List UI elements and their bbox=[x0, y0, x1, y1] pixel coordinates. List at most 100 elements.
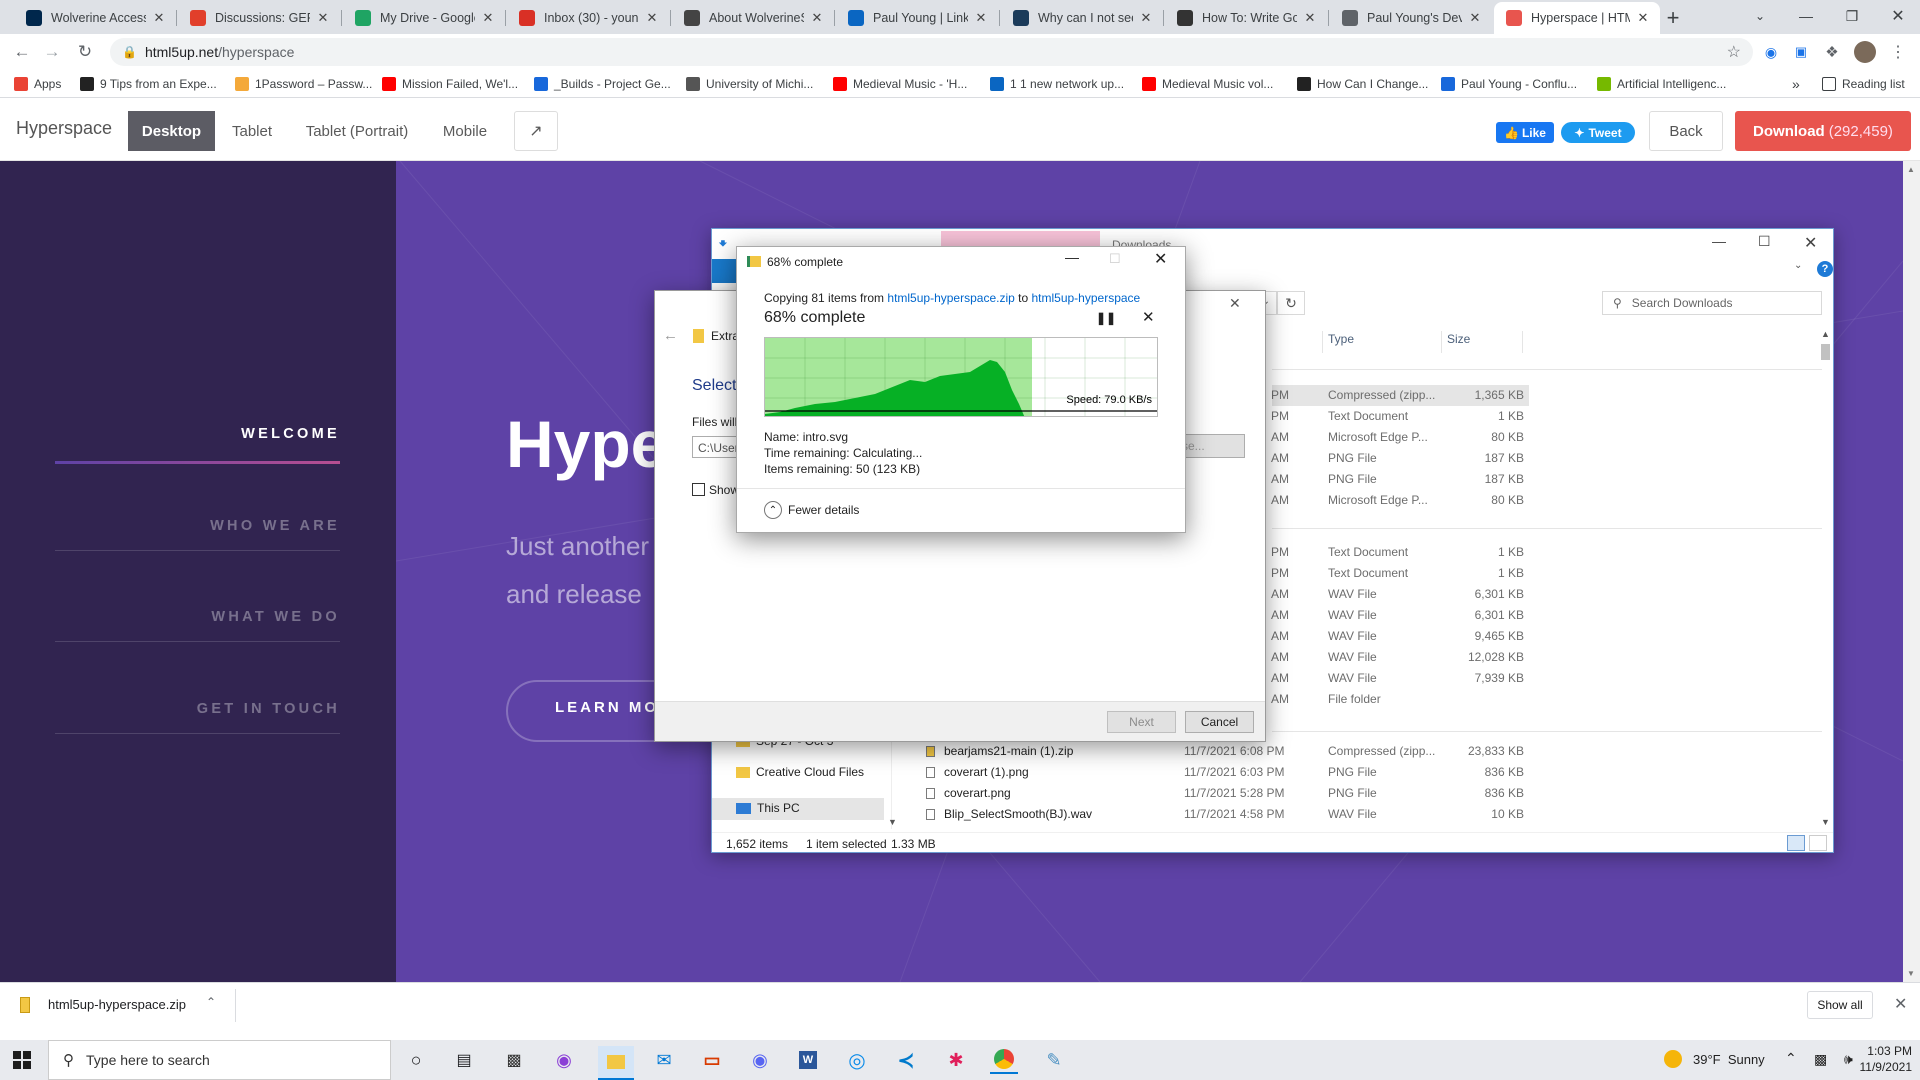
browser-tab[interactable]: Wolverine Access ✕ bbox=[14, 2, 176, 34]
close-tab-icon[interactable]: ✕ bbox=[974, 10, 988, 26]
github-desktop-icon[interactable]: ◉ bbox=[550, 1046, 578, 1074]
sun-weather-icon[interactable] bbox=[1664, 1050, 1682, 1068]
extensions-puzzle-icon[interactable]: ❖ bbox=[1818, 38, 1846, 66]
slack-icon[interactable]: ✱ bbox=[942, 1046, 970, 1074]
network-icon[interactable]: ▩ bbox=[1814, 1051, 1827, 1068]
page-scrollbar[interactable]: ▲ ▼ bbox=[1903, 161, 1920, 982]
bookmark-item[interactable]: Mission Failed, We'l... bbox=[382, 75, 518, 93]
bookmark-item[interactable]: Artificial Intelligenc... bbox=[1597, 75, 1726, 93]
reading-list-button[interactable]: Reading list bbox=[1822, 75, 1905, 93]
device-desktop-button[interactable]: Desktop bbox=[128, 111, 215, 151]
scroll-down-icon[interactable]: ▼ bbox=[1907, 969, 1915, 978]
notepad-icon[interactable]: ✎ bbox=[1040, 1046, 1068, 1074]
tab-search-icon[interactable]: ⌄ bbox=[1737, 0, 1783, 32]
close-tab-icon[interactable]: ✕ bbox=[316, 10, 330, 26]
bookmark-item[interactable]: Medieval Music - 'H... bbox=[833, 75, 967, 93]
file-explorer-taskbar-icon[interactable] bbox=[598, 1046, 634, 1080]
weather-text[interactable]: 39°F Sunny bbox=[1693, 1052, 1765, 1067]
copy-destination-link[interactable]: html5up-hyperspace bbox=[1031, 291, 1140, 305]
bookmark-item[interactable]: 1Password – Passw... bbox=[235, 75, 372, 93]
device-tablet-button[interactable]: Tablet bbox=[215, 111, 289, 151]
screen-capture-extension-icon[interactable]: ▣ bbox=[1787, 38, 1815, 66]
open-external-icon[interactable]: ↗ bbox=[514, 111, 558, 151]
office-icon[interactable]: ▭ bbox=[698, 1046, 726, 1074]
pause-icon[interactable]: ❚❚ bbox=[1096, 311, 1116, 325]
download-button[interactable]: Download (292,459) bbox=[1735, 111, 1911, 151]
back-button[interactable]: Back bbox=[1649, 111, 1723, 151]
tree-item-this-pc[interactable]: This PC bbox=[736, 801, 800, 815]
task-view-icon[interactable]: ▤ bbox=[450, 1046, 478, 1074]
close-tab-icon[interactable]: ✕ bbox=[152, 10, 166, 26]
copy-minimize-button[interactable]: — bbox=[1065, 249, 1079, 265]
bookmark-item[interactable]: How Can I Change... bbox=[1297, 75, 1428, 93]
details-view-button[interactable] bbox=[1787, 835, 1805, 851]
file-list-scrollbar[interactable]: ▲ ▼ bbox=[1818, 329, 1833, 829]
device-mobile-button[interactable]: Mobile bbox=[425, 111, 505, 151]
facebook-like-button[interactable]: 👍 Like bbox=[1496, 122, 1554, 143]
edge-icon[interactable]: ◎ bbox=[843, 1046, 871, 1074]
restore-window-button[interactable]: ❐ bbox=[1829, 0, 1875, 32]
discord-icon[interactable]: ◉ bbox=[746, 1046, 774, 1074]
nav-who-we-are[interactable]: WHO WE ARE bbox=[210, 518, 340, 534]
close-tab-icon[interactable]: ✕ bbox=[1636, 10, 1650, 26]
cancel-button[interactable]: Cancel bbox=[1185, 711, 1254, 733]
cancel-copy-icon[interactable]: ✕ bbox=[1142, 308, 1155, 326]
calculator-app-icon[interactable]: ▩ bbox=[500, 1046, 528, 1074]
bookmark-item[interactable]: Apps bbox=[14, 75, 61, 93]
chrome-taskbar-icon[interactable] bbox=[990, 1046, 1018, 1074]
bookmark-item[interactable]: _Builds - Project Ge... bbox=[534, 75, 671, 93]
tree-item-creative-cloud[interactable]: Creative Cloud Files bbox=[736, 765, 864, 779]
profile-avatar[interactable] bbox=[1851, 38, 1879, 66]
browser-tab[interactable]: How To: Write Goo ✕ bbox=[1165, 2, 1327, 34]
downloaded-file-name[interactable]: html5up-hyperspace.zip bbox=[48, 997, 186, 1012]
close-tab-icon[interactable]: ✕ bbox=[481, 10, 495, 26]
bookmark-item[interactable]: 9 Tips from an Expe... bbox=[80, 75, 217, 93]
column-header-size[interactable]: Size bbox=[1447, 332, 1470, 346]
show-all-downloads-button[interactable]: Show all bbox=[1807, 991, 1873, 1019]
vscode-icon[interactable]: ≺ bbox=[892, 1046, 920, 1074]
close-tab-icon[interactable]: ✕ bbox=[1303, 10, 1317, 26]
fewer-details-button[interactable]: ⌃ Fewer details bbox=[764, 501, 859, 519]
copy-source-link[interactable]: html5up-hyperspace.zip bbox=[887, 291, 1014, 305]
explorer-maximize-button[interactable]: ☐ bbox=[1758, 233, 1771, 250]
new-tab-button[interactable]: + bbox=[1656, 2, 1690, 34]
ribbon-expand-icon[interactable]: ⌄ bbox=[1794, 260, 1802, 271]
bookmark-item[interactable]: University of Michi... bbox=[686, 75, 813, 93]
explorer-close-button[interactable]: ✕ bbox=[1804, 233, 1817, 253]
reload-icon[interactable]: ↻ bbox=[71, 38, 99, 66]
chrome-menu-icon[interactable]: ⋮ bbox=[1884, 38, 1912, 66]
address-bar[interactable]: 🔒 html5up.net/hyperspace ☆ bbox=[110, 38, 1753, 66]
copy-close-button[interactable]: ✕ bbox=[1154, 249, 1167, 269]
scroll-up-icon[interactable]: ▲ bbox=[1821, 329, 1830, 339]
scroll-thumb[interactable] bbox=[1821, 344, 1830, 360]
browser-tab[interactable]: My Drive - Google ✕ bbox=[343, 2, 505, 34]
forward-arrow-icon[interactable]: → bbox=[38, 38, 66, 66]
tray-overflow-chevron-icon[interactable]: ⌃ bbox=[1785, 1050, 1797, 1067]
close-tab-icon[interactable]: ✕ bbox=[645, 10, 659, 26]
cortana-icon[interactable]: ○ bbox=[402, 1046, 430, 1074]
browser-tab[interactable]: Paul Young | Linke ✕ bbox=[836, 2, 998, 34]
mail-icon[interactable]: ✉ bbox=[650, 1046, 678, 1074]
scroll-up-icon[interactable]: ▲ bbox=[1907, 165, 1915, 174]
browser-tab[interactable]: About WolverineSo ✕ bbox=[672, 2, 834, 34]
refresh-icon[interactable]: ↻ bbox=[1277, 291, 1305, 315]
browser-tab[interactable]: Hyperspace | HTML ✕ bbox=[1494, 2, 1660, 34]
nav-scroll-down-icon[interactable]: ▼ bbox=[888, 817, 897, 827]
large-icons-view-button[interactable] bbox=[1809, 835, 1827, 851]
tweet-button[interactable]: ✦ Tweet bbox=[1561, 122, 1635, 143]
close-shelf-icon[interactable]: ✕ bbox=[1894, 994, 1907, 1014]
wizard-close-button[interactable]: ✕ bbox=[1229, 295, 1241, 312]
word-icon[interactable]: W bbox=[794, 1046, 822, 1074]
bookmark-item[interactable]: Medieval Music vol... bbox=[1142, 75, 1273, 93]
browser-tab[interactable]: Why can I not see ✕ bbox=[1001, 2, 1163, 34]
download-options-chevron-icon[interactable]: ⌃ bbox=[206, 995, 216, 1009]
browser-tab[interactable]: Inbox (30) - young ✕ bbox=[507, 2, 669, 34]
nav-welcome[interactable]: WELCOME bbox=[241, 426, 340, 442]
explorer-minimize-button[interactable]: — bbox=[1712, 233, 1726, 249]
volume-icon[interactable]: 🕪 bbox=[1844, 1051, 1853, 1068]
taskbar-clock[interactable]: 1:03 PM 11/9/2021 bbox=[1858, 1043, 1913, 1075]
wizard-back-arrow-icon[interactable]: ← bbox=[663, 327, 678, 344]
html5up-logo[interactable]: Hyperspace bbox=[16, 118, 112, 139]
back-arrow-icon[interactable]: ← bbox=[8, 38, 36, 66]
help-icon[interactable]: ? bbox=[1817, 261, 1833, 277]
